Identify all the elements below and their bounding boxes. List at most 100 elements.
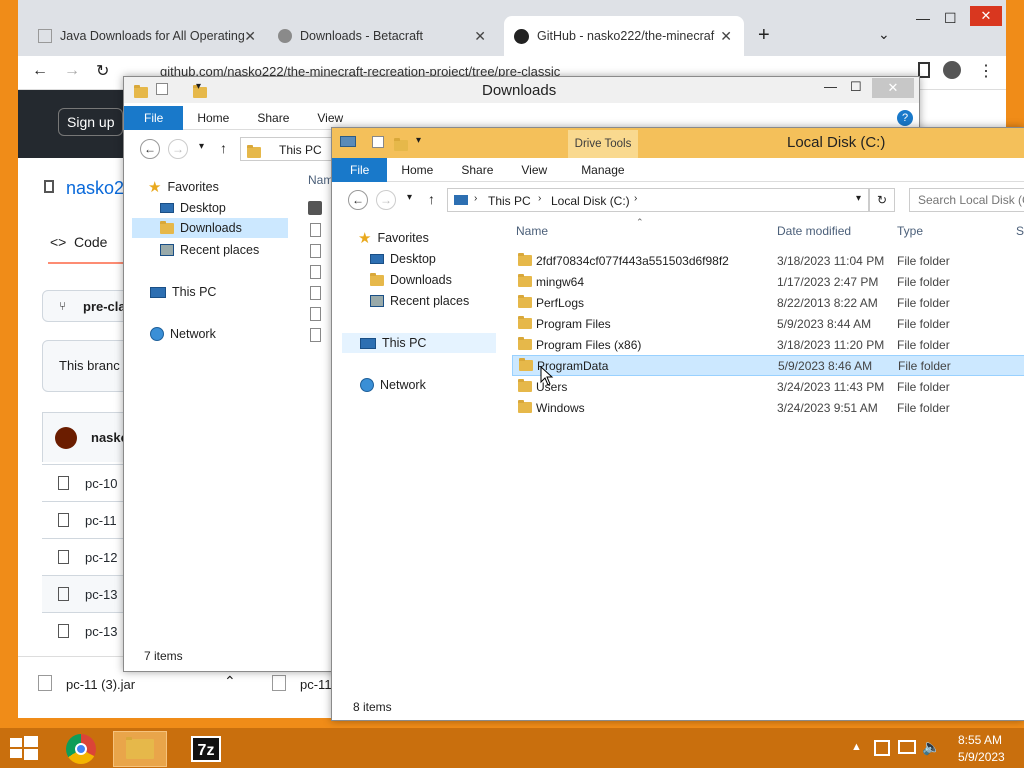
close-icon[interactable]: ✕ (244, 28, 256, 45)
tab-file[interactable]: File (332, 157, 388, 182)
nav-desktop[interactable]: Desktop (160, 198, 226, 218)
tab-home[interactable]: Home (183, 111, 243, 125)
close-icon[interactable]: ✕ (474, 28, 486, 45)
taskbar-explorer[interactable] (113, 731, 167, 767)
tab-view[interactable]: View (303, 111, 357, 125)
file-row[interactable]: pc-13 (42, 575, 132, 612)
nav-recent[interactable]: Recent places (160, 240, 259, 260)
minimize-button[interactable]: — (824, 79, 837, 94)
table-row[interactable]: mingw64 1/17/2023 2:47 PM File folder (512, 271, 1024, 292)
nav-network[interactable]: Network (360, 375, 426, 395)
column-header-type[interactable]: Type (897, 224, 923, 238)
nav-downloads[interactable]: Downloads (132, 218, 288, 238)
chevron-down-icon[interactable]: ▾ (196, 81, 201, 92)
table-row[interactable]: PerfLogs 8/22/2013 8:22 AM File folder (512, 292, 1024, 313)
tray-chevron-up-icon[interactable]: ▲ (851, 741, 862, 753)
chevron-down-icon[interactable]: ▾ (199, 141, 204, 152)
chevron-down-icon[interactable]: ⌄ (878, 26, 890, 43)
tab-share[interactable]: Share (243, 111, 303, 125)
table-row[interactable]: 2fdf70834cf077f443a551503d6f98f2 3/18/202… (512, 250, 1024, 271)
nav-this-pc[interactable]: This PC (150, 282, 216, 302)
file-row[interactable]: pc-13 (42, 612, 132, 649)
back-icon[interactable]: ← (140, 139, 160, 159)
file-row[interactable]: pc-11 (42, 501, 132, 538)
up-icon[interactable]: ↑ (220, 140, 227, 156)
up-icon[interactable]: ↑ (428, 191, 435, 207)
branch-button[interactable]: ⑂ pre-cla (42, 290, 132, 322)
breadcrumb-local-disk[interactable]: Local Disk (C:) (551, 194, 630, 208)
chevron-down-icon[interactable]: ▾ (407, 192, 412, 203)
volume-muted-icon[interactable]: 🔈 (922, 738, 941, 756)
nav-network[interactable]: Network (150, 324, 216, 344)
taskbar-7zip[interactable]: 7z (179, 731, 233, 767)
close-window-button[interactable]: ✕ (872, 78, 914, 98)
context-tab-drive-tools[interactable]: Drive Tools (568, 130, 638, 158)
profile-icon[interactable] (943, 61, 961, 79)
tab-view[interactable]: View (507, 163, 561, 177)
nav-recent[interactable]: Recent places (370, 291, 469, 311)
minimize-button[interactable]: — (916, 10, 930, 26)
menu-icon[interactable]: ⋮ (978, 61, 994, 81)
reload-icon[interactable]: ↻ (96, 61, 109, 81)
column-header-name[interactable]: Name (516, 224, 548, 238)
download-item-2[interactable]: pc-11 (300, 677, 332, 692)
clock-date[interactable]: 5/9/2023 (958, 750, 1005, 764)
back-icon[interactable]: ← (32, 62, 48, 80)
clock-time[interactable]: 8:55 AM (958, 733, 1002, 747)
close-icon[interactable]: ✕ (720, 28, 732, 45)
tab-share[interactable]: Share (447, 163, 507, 177)
new-folder-icon[interactable] (394, 138, 408, 152)
signup-button[interactable]: Sign up (58, 108, 124, 136)
file-row[interactable]: pc-12 (42, 538, 132, 575)
download-item[interactable]: pc-11 (3).jar (66, 677, 135, 692)
column-header-date[interactable]: Date modified (777, 224, 851, 238)
repo-name[interactable]: nasko2 (66, 178, 124, 199)
breadcrumb[interactable]: This PC (279, 143, 322, 157)
tab-manage[interactable]: Manage (561, 163, 644, 177)
properties-icon[interactable] (156, 83, 168, 95)
chevron-up-icon[interactable]: ⌃ (224, 673, 236, 690)
chevron-down-icon[interactable]: ▾ (856, 193, 861, 204)
branch-name: pre-cla (83, 299, 126, 314)
properties-icon[interactable] (372, 136, 384, 148)
tab-java[interactable]: Java Downloads for All Operating ✕ (28, 16, 268, 56)
tab-code[interactable]: Code (74, 234, 107, 250)
forward-icon[interactable]: → (64, 62, 80, 80)
forward-icon[interactable]: → (168, 139, 188, 159)
nav-favorites[interactable]: ★ Favorites (358, 228, 429, 248)
table-row[interactable]: Program Files 5/9/2023 8:44 AM File folder (512, 313, 1024, 334)
column-header-name[interactable]: Nam (308, 173, 333, 187)
address-bar[interactable]: This PC (240, 137, 340, 161)
chevron-down-icon[interactable]: ▾ (416, 135, 421, 146)
tab-file[interactable]: File (124, 105, 184, 130)
close-window-button[interactable]: ✕ (970, 6, 1002, 26)
start-button[interactable] (10, 736, 38, 760)
table-row[interactable]: Users 3/24/2023 11:43 PM File folder (512, 376, 1024, 397)
file-row[interactable]: pc-10 (42, 464, 132, 501)
table-row[interactable]: Windows 3/24/2023 9:51 AM File folder (512, 397, 1024, 418)
maximize-button[interactable]: ☐ (850, 79, 862, 95)
window-title: Local Disk (C:) (787, 134, 886, 151)
nav-desktop[interactable]: Desktop (370, 249, 436, 269)
back-icon[interactable]: ← (348, 190, 368, 210)
new-tab-button[interactable]: + (758, 24, 770, 47)
tab-betacraft[interactable]: Downloads - Betacraft ✕ (268, 16, 498, 56)
breadcrumb-this-pc[interactable]: This PC (488, 194, 531, 208)
table-row[interactable]: Program Files (x86) 3/18/2023 11:20 PM Fil… (512, 334, 1024, 355)
nav-this-pc[interactable]: This PC (342, 333, 496, 353)
forward-icon[interactable]: → (376, 190, 396, 210)
help-icon[interactable]: ? (897, 110, 913, 126)
column-header-size[interactable]: S (1016, 224, 1024, 238)
network-tray-icon[interactable] (898, 740, 916, 754)
nav-favorites[interactable]: ★ Favorites (148, 177, 219, 197)
nav-downloads[interactable]: Downloads (370, 270, 452, 290)
maximize-button[interactable]: ☐ (944, 10, 957, 27)
address-bar[interactable]: › This PC › Local Disk (C:) › ▾ (447, 188, 869, 212)
tab-github[interactable]: GitHub - nasko222/the-minecraf ✕ (504, 16, 744, 56)
taskbar-chrome[interactable] (54, 731, 108, 767)
table-row-selected[interactable]: ProgramData 5/9/2023 8:46 AM File folder (512, 355, 1024, 376)
search-input[interactable] (909, 188, 1024, 212)
refresh-button[interactable]: ↻ (869, 188, 895, 212)
tab-home[interactable]: Home (387, 163, 447, 177)
action-center-icon[interactable] (874, 740, 890, 756)
